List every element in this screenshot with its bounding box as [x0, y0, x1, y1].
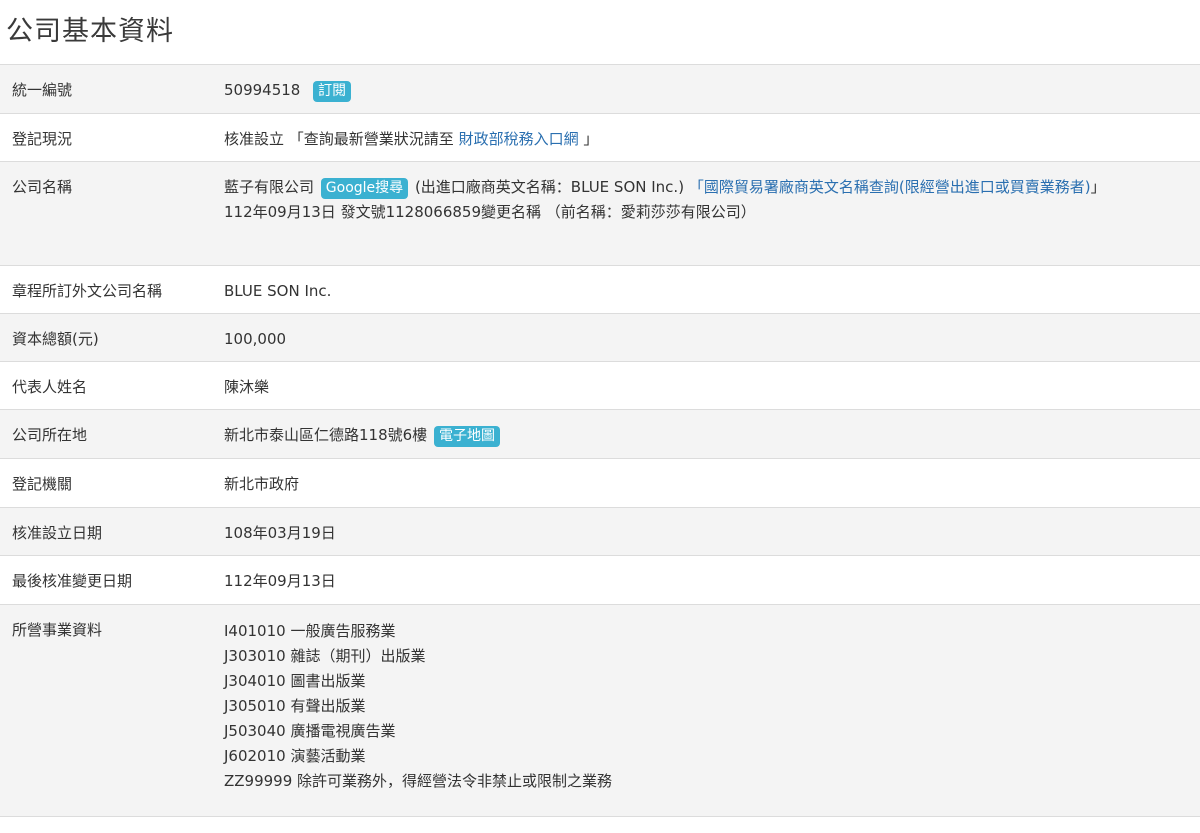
table-row-approval-date: 核准設立日期 108年03月19日 — [0, 507, 1200, 556]
row-label: 登記現況 — [12, 130, 73, 148]
status-value: 核准設立 — [224, 130, 285, 148]
authority-value: 新北市政府 — [224, 475, 300, 493]
row-label: 所營事業資料 — [12, 621, 103, 639]
row-label: 代表人姓名 — [12, 378, 88, 396]
list-item: J304010 圖書出版業 — [224, 672, 366, 690]
row-label: 公司所在地 — [12, 426, 88, 444]
table-row-unified-number: 統一編號 50994518 訂閱 — [0, 64, 1200, 114]
company-info-table: 統一編號 50994518 訂閱 登記現況 核准設立 「查詢最新營業狀況請至 財… — [0, 64, 1200, 817]
approval-date-value: 108年03月19日 — [224, 524, 336, 542]
table-row-address: 公司所在地 新北市泰山區仁德路118號6樓 電子地圖 — [0, 409, 1200, 459]
last-change-date-value: 112年09月13日 — [224, 572, 336, 590]
table-row-authority: 登記機關 新北市政府 — [0, 458, 1200, 508]
subscribe-button[interactable]: 訂閱 — [313, 81, 352, 102]
trade-english-name-link[interactable]: 國際貿易署廠商英文名稱查詢(限經營出進口或買賣業務者) — [704, 178, 1091, 196]
row-label: 核准設立日期 — [12, 524, 103, 542]
map-button[interactable]: 電子地圖 — [433, 426, 500, 447]
google-search-button[interactable]: Google搜尋 — [320, 178, 409, 199]
row-label: 公司名稱 — [12, 178, 73, 196]
tax-portal-link[interactable]: 財政部稅務入口網 — [459, 130, 579, 148]
status-query-suffix: 」 — [578, 130, 599, 148]
row-label: 章程所訂外文公司名稱 — [12, 282, 163, 300]
list-item: ZZ99999 除許可業務外，得經營法令非禁止或限制之業務 — [224, 772, 613, 790]
trade-bracket-close: 」 — [1090, 178, 1106, 196]
row-label: 登記機關 — [12, 475, 73, 493]
table-row-company-name: 公司名稱 藍子有限公司 Google搜尋 (出進口廠商英文名稱：BLUE SON… — [0, 161, 1200, 266]
representative-value: 陳沐樂 — [224, 378, 270, 396]
table-row-representative: 代表人姓名 陳沐樂 — [0, 361, 1200, 410]
list-item: I401010 一般廣告服務業 — [224, 622, 396, 640]
address-value: 新北市泰山區仁德路118號6樓 — [224, 426, 428, 444]
list-item: J305010 有聲出版業 — [224, 697, 366, 715]
row-label: 統一編號 — [12, 81, 73, 99]
company-name-value: 藍子有限公司 — [224, 178, 315, 196]
row-label: 資本總額(元) — [12, 330, 99, 348]
capital-value: 100,000 — [224, 330, 287, 348]
business-items-list: I401010 一般廣告服務業 J303010 雜誌（期刊）出版業 J30401… — [224, 605, 1182, 794]
unified-number-value: 50994518 — [224, 81, 301, 99]
table-row-last-change-date: 最後核准變更日期 112年09月13日 — [0, 555, 1200, 605]
foreign-name-value: BLUE SON Inc. — [224, 282, 332, 300]
table-row-foreign-name: 章程所訂外文公司名稱 BLUE SON Inc. — [0, 265, 1200, 314]
status-query-prefix: 「查詢最新營業狀況請至 — [284, 130, 459, 148]
row-label: 最後核准變更日期 — [12, 572, 133, 590]
english-name-text: (出進口廠商英文名稱：BLUE SON Inc.) — [414, 178, 685, 196]
list-item: J503040 廣播電視廣告業 — [224, 722, 396, 740]
list-item: J602010 演藝活動業 — [224, 747, 366, 765]
table-row-business-items: 所營事業資料 I401010 一般廣告服務業 J303010 雜誌（期刊）出版業… — [0, 604, 1200, 817]
trade-bracket-open: 「 — [688, 178, 704, 196]
table-row-registration-status: 登記現況 核准設立 「查詢最新營業狀況請至 財政部稅務入口網 」 — [0, 113, 1200, 162]
page-title: 公司基本資料 — [6, 16, 174, 47]
list-item: J303010 雜誌（期刊）出版業 — [224, 647, 426, 665]
name-change-note: 112年09月13日 發文號1128066859變更名稱 （前名稱：愛莉莎莎有限… — [224, 203, 756, 221]
table-row-capital: 資本總額(元) 100,000 — [0, 313, 1200, 362]
